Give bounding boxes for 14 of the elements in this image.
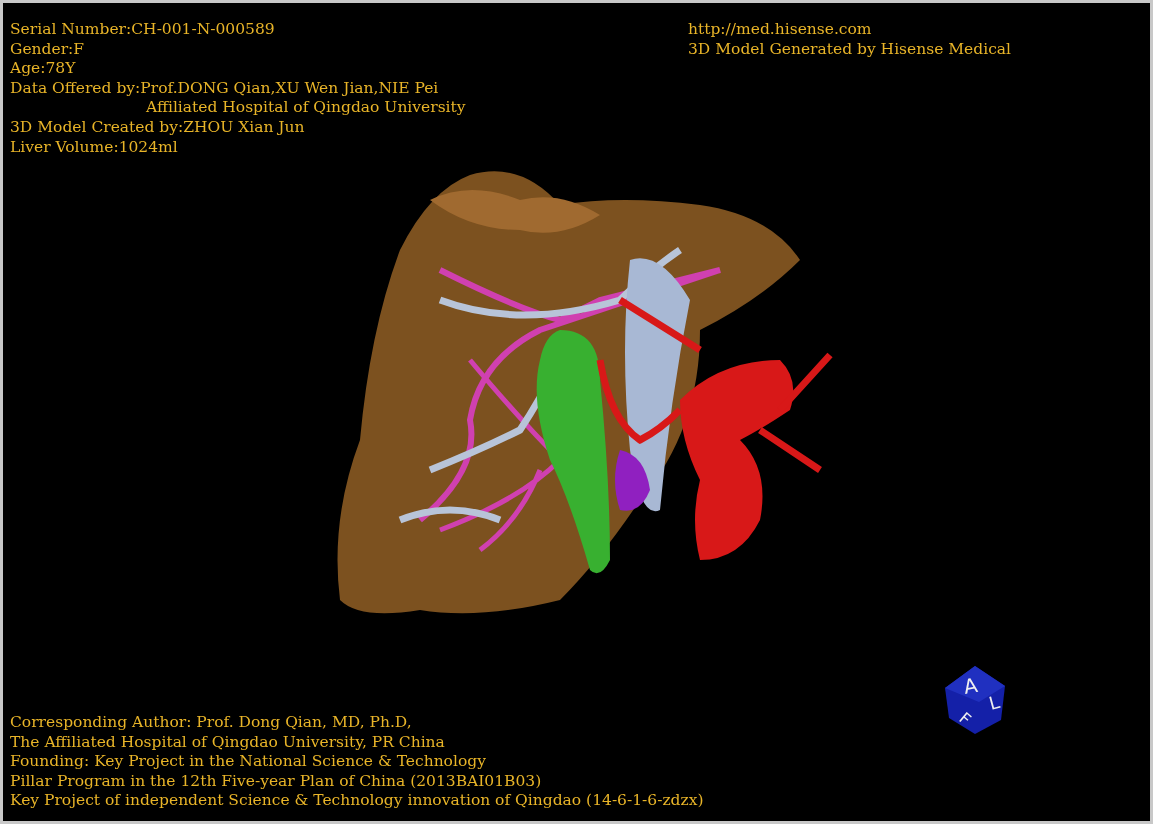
credit-text: Founding: Key Project in the National Science & Technology [10,752,486,772]
credit-text: Corresponding Author: Prof. Dong Qian, MD, Ph.D, [10,713,412,733]
info-text: Liver Volume:1024ml [10,137,178,158]
info-text: Gender:F [10,39,85,60]
credit-text: The Affiliated Hospital of Qingdao University, PR China [10,732,445,753]
info-text: http://med.hisense.com [688,20,872,40]
credit-text: Key Project of independent Science & Technology innovation of Qingdao (14-6-1-6-zdzx) [10,791,704,811]
info-text: Serial Number:CH-001-N-000589 [10,20,275,40]
info-text: 3D Model Created by:ZHOU Xian Jun [10,117,305,138]
info-text: Affiliated Hospital of Qingdao University [145,98,466,118]
info-text: 3D Model Generated by Hisense Medical [688,39,1012,60]
info-text: Data Offered by:Prof.DONG Qian,XU Wen Jian,NIE Pei [10,78,439,99]
info-text: Age:78Y [10,59,76,79]
credit-text: Pillar Program in the 12th Five-year Plan of China (2013BAI01B03) [10,771,542,792]
